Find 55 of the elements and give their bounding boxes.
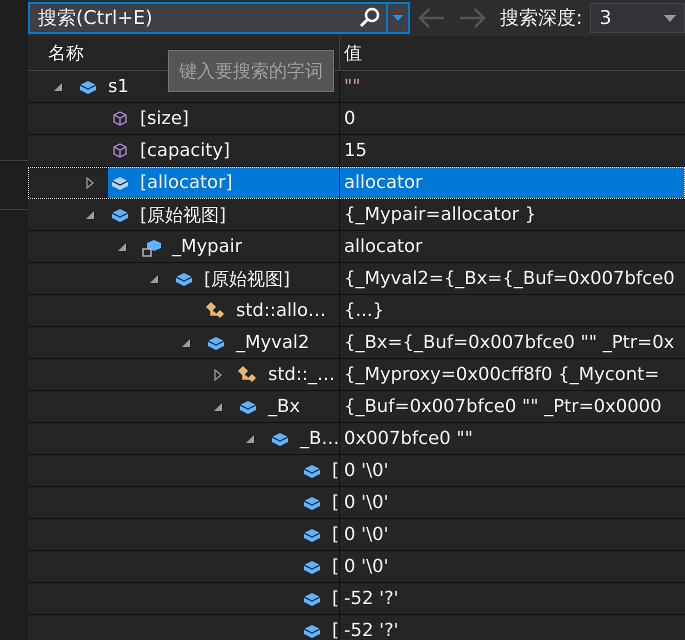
search-depth-dropdown[interactable]: 3 — [590, 3, 685, 33]
variable-value: 0 '\0' — [344, 492, 389, 513]
variable-value: "" — [344, 76, 361, 97]
collapsed-arrow-icon[interactable] — [212, 368, 224, 380]
variable-value: 15 — [344, 140, 367, 161]
variable-name: _Mypair — [172, 236, 242, 257]
column-header[interactable]: 值 — [340, 36, 685, 70]
variable-name: s1 — [108, 76, 129, 97]
variable-name: std::_… — [268, 364, 335, 385]
search-depth-label: 搜索深度: — [500, 6, 582, 31]
caret-icon — [664, 14, 676, 22]
variable-name: std::allo… — [236, 300, 326, 321]
variable-name: _Bx — [268, 396, 300, 417]
variable-value: allocator — [344, 236, 422, 257]
expanded-arrow-icon[interactable] — [244, 432, 256, 444]
variable-value: 0 '\0' — [344, 556, 389, 577]
expanded-arrow-icon[interactable] — [52, 80, 64, 92]
tooltip: 键入要搜索的字词 — [168, 50, 334, 92]
variable-name: [ — [332, 492, 339, 513]
variable-value: {_Myproxy=0x00cff8f0 {_Mycont= — [344, 364, 660, 385]
variable-value: allocator — [344, 172, 422, 193]
search-icon — [358, 7, 380, 29]
caret-icon — [393, 15, 404, 21]
variable-name: [ — [332, 460, 339, 481]
variable-name: [size] — [140, 108, 189, 129]
expanded-arrow-icon[interactable] — [212, 400, 224, 412]
expanded-arrow-icon[interactable] — [180, 336, 192, 348]
search-field[interactable]: 搜索(Ctrl+E) — [36, 6, 358, 30]
variable-value: {_Mypair=allocator } — [344, 204, 536, 225]
variable-value: 0x007bfce0 "" — [344, 428, 473, 449]
variable-value: -52 '?' — [344, 588, 399, 609]
variable-name: [allocator] — [140, 172, 232, 193]
search-dropdown-button[interactable] — [386, 2, 410, 34]
variable-value: {_Bx={_Buf=0x007bfce0 "" _Ptr=0x — [344, 332, 674, 353]
variable-name: [ — [332, 588, 339, 609]
variable-name: _Myval2 — [236, 332, 310, 353]
search-field[interactable]: 搜索(Ctrl+E) — [28, 2, 386, 34]
variable-value: 0 '\0' — [344, 524, 389, 545]
variable-value: -52 '?' — [344, 620, 399, 640]
expanded-arrow-icon[interactable] — [84, 208, 96, 220]
collapsed-arrow-icon[interactable] — [84, 176, 96, 188]
variable-name: [原始视图] — [204, 268, 290, 290]
expanded-arrow-icon[interactable] — [116, 240, 128, 252]
expanded-arrow-icon[interactable] — [148, 272, 160, 284]
variable-value: {_Myval2={_Bx={_Buf=0x007bfce0 — [344, 268, 675, 289]
variable-name: [ — [332, 524, 339, 545]
variable-value: 0 '\0' — [344, 460, 389, 481]
variable-name: [capacity] — [140, 140, 230, 161]
variable-value: {...} — [344, 300, 384, 321]
variable-name: [ — [332, 556, 339, 577]
variable-name: _B… — [300, 428, 339, 449]
variable-name: [原始视图] — [140, 204, 226, 226]
variable-value: {_Buf=0x007bfce0 "" _Ptr=0x0000 — [344, 396, 662, 417]
variable-value: 0 — [344, 108, 356, 129]
variable-name: [ — [332, 620, 339, 640]
